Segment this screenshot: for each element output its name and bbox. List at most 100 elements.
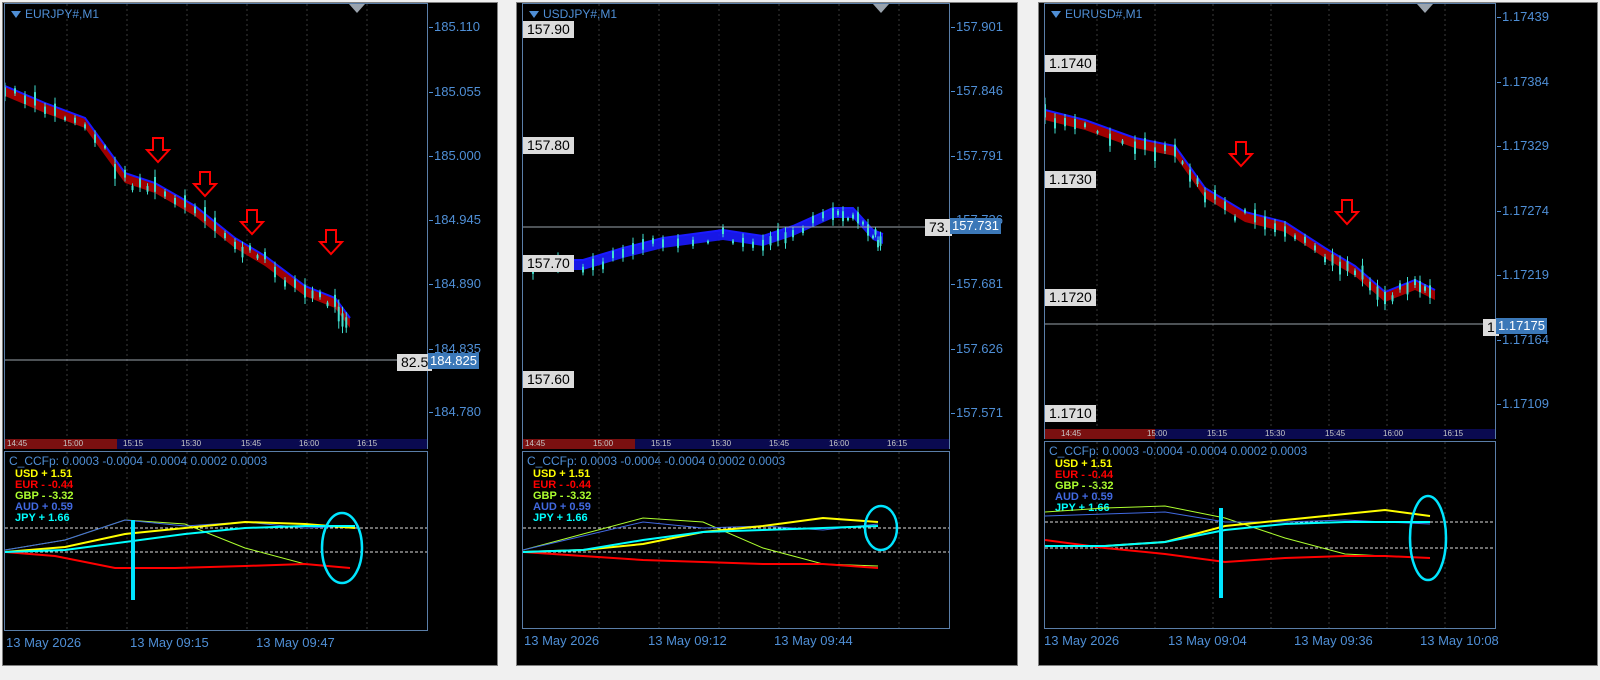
currency-strength-line xyxy=(1045,539,1431,564)
candle-body xyxy=(249,245,251,251)
time-label: 14:45 xyxy=(1061,429,1082,438)
time-label: 16:15 xyxy=(887,439,908,448)
candle-body xyxy=(632,243,634,255)
candle-body xyxy=(1254,209,1256,223)
price-axis[interactable]: 185.110 185.055 185.000 184.945 184.890 … xyxy=(428,0,494,446)
candle-body xyxy=(54,103,56,116)
candle-body xyxy=(852,214,854,219)
candle-body xyxy=(1339,261,1341,275)
currency-strength-line xyxy=(523,551,879,569)
candle-body xyxy=(124,169,126,178)
candle-body xyxy=(752,241,754,248)
candle-body xyxy=(777,228,779,241)
candle-body xyxy=(662,239,664,248)
candle-body xyxy=(94,134,96,143)
price-tick: 184.890 xyxy=(429,276,481,291)
candle-body xyxy=(114,164,116,179)
date-axis[interactable]: 13 May 2026 13 May 09:15 13 May 09:47 xyxy=(4,635,428,653)
price-watermark: 157.80 xyxy=(523,137,574,154)
date-axis[interactable]: 13 May 2026 13 May 09:04 13 May 09:36 13… xyxy=(1044,633,1564,651)
candle-body xyxy=(5,87,6,97)
time-label: 15:00 xyxy=(593,439,614,448)
candle-body xyxy=(874,229,877,235)
time-label: 14:45 xyxy=(525,439,546,448)
candle-body xyxy=(234,241,236,250)
date-label: 13 May 2026 xyxy=(524,633,600,648)
price-pane[interactable]: EURUSD#,M1 1.1740 1.1730 1.1720 1.1710 1… xyxy=(1044,3,1499,439)
candle-body xyxy=(837,210,839,215)
price-pane[interactable]: USDJPY#,M1 157.90 157.80 157.70 157.60 7… xyxy=(522,3,953,449)
current-price-label: 157.731 xyxy=(950,218,1001,234)
candle-body xyxy=(14,88,16,94)
candle-body xyxy=(139,178,141,188)
price-tick: 157.626 xyxy=(951,341,1003,356)
candle-body xyxy=(1109,133,1111,146)
down-arrow-icon xyxy=(191,171,219,198)
candle-body xyxy=(256,255,259,259)
chart-window-eurusd[interactable]: EURUSD#,M1 1.1740 1.1730 1.1720 1.1710 1… xyxy=(1036,0,1600,680)
chart-window-usdjpy[interactable]: USDJPY#,M1 157.90 157.80 157.70 157.60 7… xyxy=(514,0,1020,680)
candle-body xyxy=(164,191,166,197)
date-axis[interactable]: 13 May 2026 13 May 09:12 13 May 09:44 xyxy=(522,633,950,651)
current-price-label: 184.825 xyxy=(428,353,479,369)
marker-bar xyxy=(131,520,135,600)
candle-body xyxy=(64,117,66,121)
candle-body xyxy=(857,212,859,224)
candle-body xyxy=(762,239,764,251)
time-label: 15:15 xyxy=(123,439,144,448)
candle-body xyxy=(1204,192,1206,203)
indicator-pane[interactable]: C_CCFp: 0.0003 -0.0004 -0.0004 0.0002 0.… xyxy=(1044,441,1496,629)
candle-body xyxy=(345,317,348,328)
candle-body xyxy=(194,206,196,214)
chart-window-eurjpy[interactable]: EURJPY#,M1 14:45 15:00 15:15 15:30 15:45… xyxy=(0,0,500,680)
candle-body xyxy=(1054,118,1056,129)
indicator-pane[interactable]: C_CCFp: 0.0003 -0.0004 -0.0004 0.0002 0.… xyxy=(4,451,428,631)
candle-body xyxy=(872,235,874,239)
time-bar: 14:45 15:00 15:15 15:30 15:45 16:00 16:1… xyxy=(5,439,427,449)
candle-body xyxy=(722,227,724,234)
currency-strength-line xyxy=(523,516,879,553)
time-label: 16:00 xyxy=(829,439,850,448)
candle-body xyxy=(1164,144,1166,151)
price-pane[interactable]: EURJPY#,M1 14:45 15:00 15:15 15:30 15:45… xyxy=(4,3,433,449)
candle-body xyxy=(732,240,734,244)
price-watermark: 157.60 xyxy=(523,371,574,388)
candle-body xyxy=(84,124,86,129)
candle-body xyxy=(1424,286,1426,291)
currency-strength-line xyxy=(5,551,351,569)
candle-body xyxy=(802,227,804,233)
time-label: 15:30 xyxy=(711,439,732,448)
candle-body xyxy=(1045,104,1046,118)
candle-body xyxy=(877,239,879,248)
time-label: 16:00 xyxy=(1383,429,1404,438)
candle-body xyxy=(334,294,336,307)
indicator-plot xyxy=(523,452,949,628)
time-bar: 14:45 15:00 15:15 15:30 15:45 16:00 16:1… xyxy=(1045,429,1495,439)
indicator-pane[interactable]: C_CCFp: 0.0003 -0.0004 -0.0004 0.0002 0.… xyxy=(522,451,950,629)
time-label: 16:15 xyxy=(1443,429,1464,438)
date-label: 13 May 09:44 xyxy=(774,633,853,648)
candle-body xyxy=(184,195,186,208)
candle-body xyxy=(1144,138,1146,150)
date-label: 13 May 2026 xyxy=(1044,633,1120,648)
candle-body xyxy=(104,145,106,149)
time-label: 15:15 xyxy=(651,439,672,448)
date-label: 13 May 09:12 xyxy=(648,633,727,648)
price-tick: 1.17109 xyxy=(1497,396,1549,411)
candle-body xyxy=(867,224,869,236)
candle-body xyxy=(1391,295,1394,302)
price-tick: 157.901 xyxy=(951,19,1003,34)
price-watermark: 1.1740 xyxy=(1045,55,1096,72)
candle-body xyxy=(612,251,614,259)
time-label: 15:15 xyxy=(1207,429,1228,438)
price-tick: 184.780 xyxy=(429,404,481,419)
candle-body xyxy=(1064,118,1066,127)
price-axis[interactable]: 1.17439 1.17384 1.17329 1.17274 1.17219 … xyxy=(1497,0,1568,436)
candle-body xyxy=(1419,281,1421,293)
candle-body xyxy=(1354,270,1356,275)
time-label: 16:00 xyxy=(299,439,320,448)
candle-body xyxy=(311,290,314,299)
price-tick: 157.681 xyxy=(951,276,1003,291)
candle-body xyxy=(1361,265,1364,280)
ma-ribbon xyxy=(1045,110,1435,302)
